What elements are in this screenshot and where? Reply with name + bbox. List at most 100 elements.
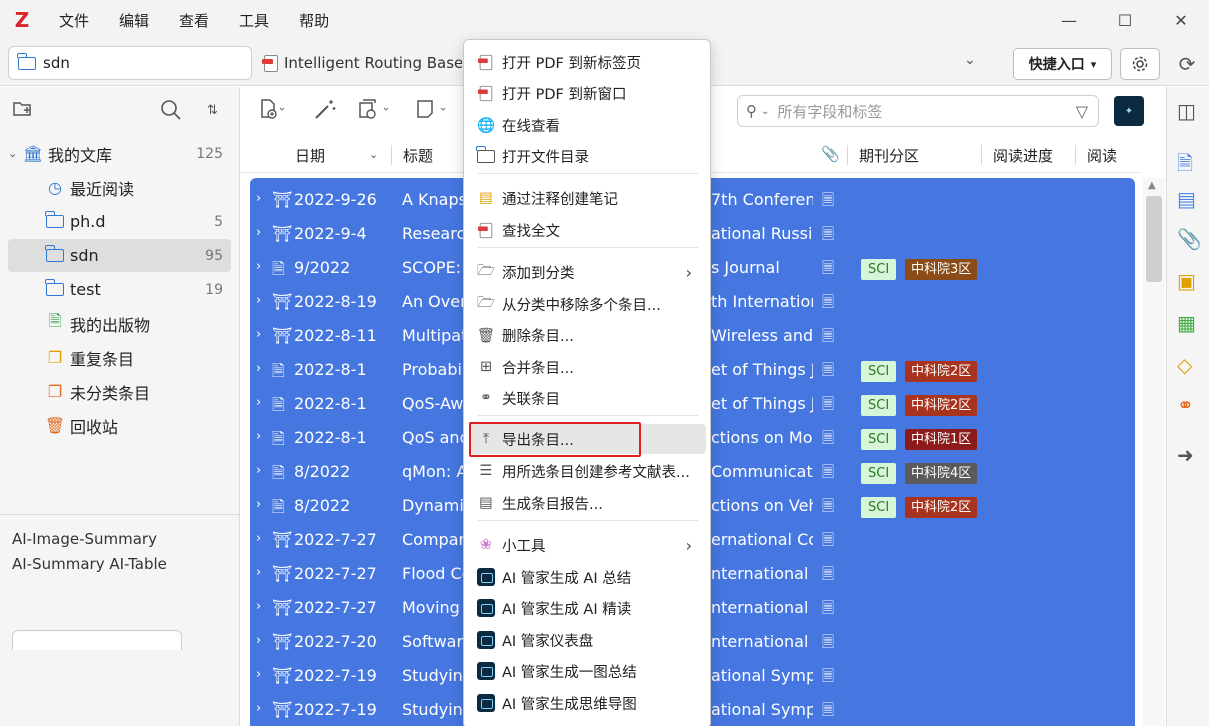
menu-view[interactable]: 查看: [164, 10, 224, 31]
pdf-attachment-icon[interactable]: 🗏: [822, 190, 834, 215]
column-date[interactable]: 日期: [295, 145, 325, 166]
pdf-attachment-icon[interactable]: 🗏: [822, 292, 834, 317]
context-menu-item[interactable]: ▤ 通过注释创建笔记: [470, 183, 706, 213]
quick-access-button[interactable]: 快捷入口 ▾: [1013, 48, 1112, 80]
search-icon[interactable]: [160, 99, 182, 121]
scrollbar-thumb[interactable]: [1146, 196, 1162, 282]
pdf-attachment-icon[interactable]: 🗏: [822, 326, 834, 351]
context-menu-item[interactable]: 🌐 在线查看: [470, 110, 706, 140]
column-attachment-paperclip-icon[interactable]: 📎: [821, 145, 840, 163]
context-menu-item[interactable]: 🗑 删除条目...: [470, 320, 706, 350]
context-menu-item[interactable]: ⊞ 合并条目...: [470, 352, 706, 382]
tree-item-phd[interactable]: ph.d 5: [8, 205, 231, 238]
sort-icon[interactable]: ⇅: [207, 103, 218, 118]
expand-chevron-icon[interactable]: ›: [256, 429, 261, 444]
maximize-button[interactable]: ☐: [1097, 0, 1153, 40]
expand-chevron-icon[interactable]: ›: [256, 259, 261, 274]
pdf-attachment-icon[interactable]: 🗏: [822, 360, 834, 385]
context-menu-item[interactable]: 打开 PDF 到新标签页: [470, 47, 706, 77]
menu-help[interactable]: 帮助: [284, 10, 344, 31]
pdf-attachment-icon[interactable]: 🗏: [822, 530, 834, 555]
context-menu-item[interactable]: ❀ 小工具 ›: [470, 530, 706, 560]
pdf-attachment-icon[interactable]: 🗏: [822, 258, 834, 283]
tab-document[interactable]: Intelligent Routing Base: [262, 46, 462, 80]
settings-button[interactable]: [1120, 48, 1160, 80]
toggle-pane-icon[interactable]: ◫: [1177, 99, 1196, 123]
scroll-up-arrow-icon[interactable]: ▲: [1148, 180, 1156, 191]
column-read[interactable]: 阅读: [1087, 145, 1117, 166]
context-menu-item[interactable]: 打开 PDF 到新窗口: [470, 78, 706, 108]
context-menu-item[interactable]: 🗁 添加到分类 ›: [470, 257, 706, 287]
pdf-attachment-icon[interactable]: 🗏: [822, 666, 834, 691]
context-menu-item[interactable]: AI 管家生成 AI 总结: [470, 562, 706, 592]
expand-chevron-icon[interactable]: ›: [256, 293, 261, 308]
tree-item-duplicates[interactable]: ❐ 重复条目: [8, 341, 231, 374]
context-menu-item[interactable]: 🗁 从分类中移除多个条目...: [470, 289, 706, 319]
expand-chevron-icon[interactable]: ›: [256, 633, 261, 648]
related-link-icon[interactable]: ⚭: [1177, 393, 1194, 417]
expand-chevron-icon[interactable]: ›: [256, 497, 261, 512]
add-attachment-icon[interactable]: [357, 98, 393, 120]
tree-item-unfiled[interactable]: ❐ 未分类条目: [8, 375, 231, 408]
tags-icon[interactable]: ◇: [1177, 353, 1192, 377]
menu-tools[interactable]: 工具: [224, 10, 284, 31]
tag-filter-input[interactable]: [12, 630, 182, 650]
sort-desc-icon[interactable]: ⌄: [369, 148, 378, 161]
column-reading-progress[interactable]: 阅读进度: [993, 145, 1053, 166]
info-icon[interactable]: 🗎: [1177, 149, 1193, 183]
search-mode-caret-icon[interactable]: ⌄: [761, 106, 769, 117]
expand-chevron-icon[interactable]: ›: [256, 395, 261, 410]
expand-chevron-icon[interactable]: ›: [256, 701, 261, 716]
filter-icon[interactable]: ▽: [1076, 102, 1088, 121]
new-note-icon[interactable]: [415, 98, 457, 120]
tree-item-test[interactable]: test 19: [8, 273, 231, 306]
new-item-icon[interactable]: [259, 98, 287, 120]
chevron-down-icon[interactable]: ⌄: [8, 147, 22, 160]
column-title[interactable]: 标题: [403, 145, 433, 166]
context-menu-item[interactable]: 打开文件目录: [470, 141, 706, 171]
magic-wand-icon[interactable]: [313, 98, 337, 120]
pdf-attachment-icon[interactable]: 🗏: [822, 564, 834, 589]
pdf-attachment-icon[interactable]: 🗏: [822, 394, 834, 419]
tabs-dropdown-chevron-icon[interactable]: ⌄: [964, 52, 976, 68]
go-forward-icon[interactable]: ➜: [1177, 443, 1194, 467]
tag-line[interactable]: AI-Summary AI-Table: [12, 552, 227, 577]
expand-chevron-icon[interactable]: ›: [256, 191, 261, 206]
tab-library[interactable]: sdn: [8, 46, 252, 80]
tag-line[interactable]: AI-Image-Summary: [12, 527, 227, 552]
context-menu-item[interactable]: AI 管家仪表盘: [470, 625, 706, 655]
libraries-collections-icon[interactable]: ▦: [1177, 311, 1196, 335]
attachments-paperclip-icon[interactable]: 📎: [1177, 227, 1202, 251]
expand-chevron-icon[interactable]: ›: [256, 463, 261, 478]
notes-icon[interactable]: ▣: [1177, 269, 1196, 293]
ai-assistant-icon[interactable]: ✦: [1114, 96, 1144, 126]
new-collection-icon[interactable]: [12, 99, 34, 119]
expand-chevron-icon[interactable]: ›: [256, 599, 261, 614]
context-menu-item[interactable]: ☰ 用所选条目创建参考文献表...: [470, 456, 706, 486]
pdf-attachment-icon[interactable]: 🗏: [822, 700, 834, 725]
pdf-attachment-icon[interactable]: 🗏: [822, 428, 834, 453]
context-menu-item[interactable]: ▤ 生成条目报告...: [470, 488, 706, 518]
context-menu-item[interactable]: AI 管家生成 AI 精读: [470, 593, 706, 623]
pdf-attachment-icon[interactable]: 🗏: [822, 598, 834, 623]
expand-chevron-icon[interactable]: ›: [256, 225, 261, 240]
pdf-attachment-icon[interactable]: 🗏: [822, 224, 834, 249]
menu-file[interactable]: 文件: [44, 10, 104, 31]
tree-item-my-library[interactable]: ⌄ 🏛 我的文库 125: [8, 137, 231, 170]
expand-chevron-icon[interactable]: ›: [256, 667, 261, 682]
tree-item-trash[interactable]: 🗑 回收站: [8, 409, 231, 442]
context-menu-item[interactable]: AI 管家生成思维导图: [470, 688, 706, 718]
tree-item-recent[interactable]: ◷ 最近阅读: [8, 171, 231, 204]
abstract-icon[interactable]: ▤: [1177, 187, 1196, 211]
sync-icon[interactable]: ⟳: [1172, 50, 1202, 78]
context-menu-item[interactable]: AI 管家生成一图总结: [470, 656, 706, 686]
expand-chevron-icon[interactable]: ›: [256, 327, 261, 342]
column-zone[interactable]: 期刊分区: [859, 145, 919, 166]
tree-item-sdn[interactable]: sdn 95: [8, 239, 231, 272]
expand-chevron-icon[interactable]: ›: [256, 565, 261, 580]
pdf-attachment-icon[interactable]: 🗏: [822, 496, 834, 521]
menu-edit[interactable]: 编辑: [104, 10, 164, 31]
search-field[interactable]: ⚲ ⌄ 所有字段和标签 ▽: [737, 95, 1099, 127]
context-menu-item[interactable]: 查找全文: [470, 215, 706, 245]
expand-chevron-icon[interactable]: ›: [256, 361, 261, 376]
